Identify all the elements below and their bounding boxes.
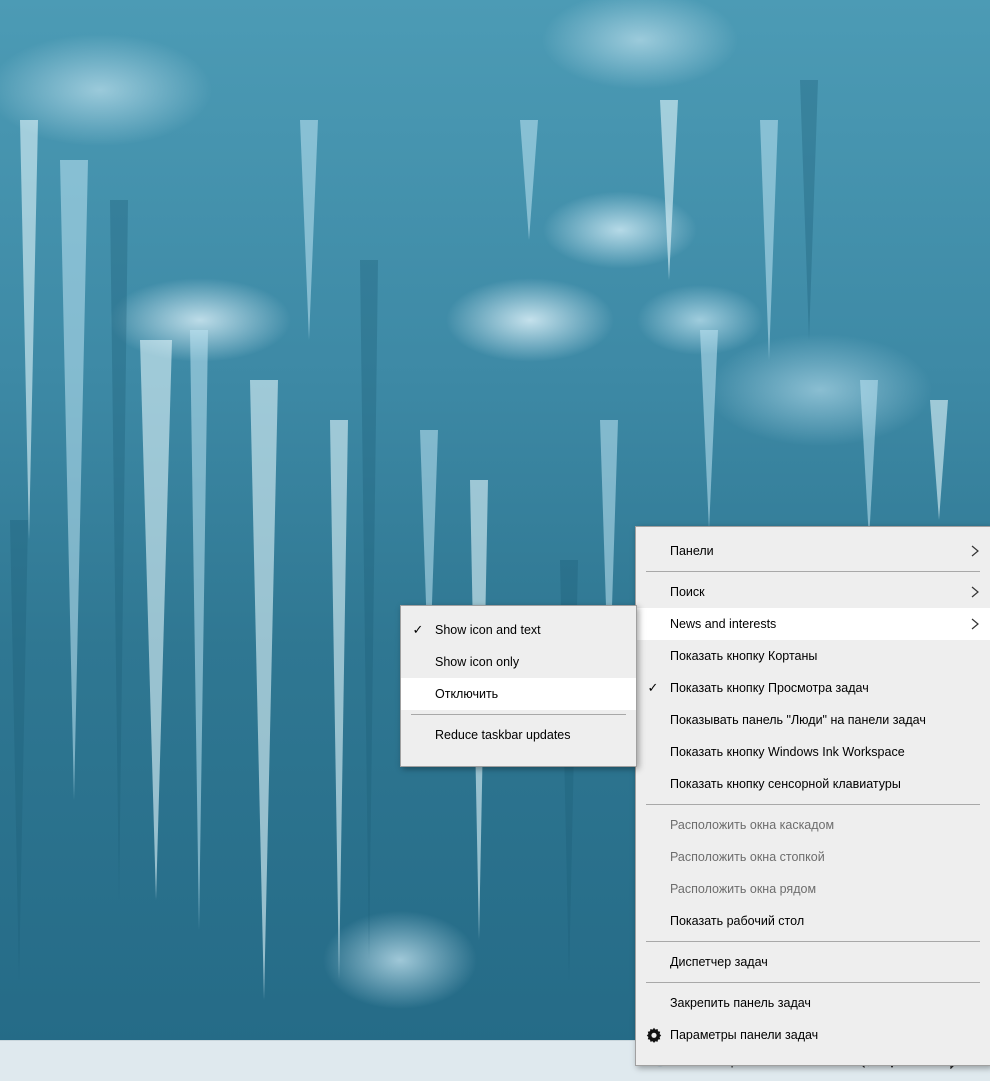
menu-item-lock-taskbar[interactable]: Закрепить панель задач <box>636 987 990 1019</box>
menu-item-news-and-interests[interactable]: News and interests <box>636 608 990 640</box>
menu-separator <box>411 714 626 715</box>
menu-item-show-desktop[interactable]: Показать рабочий стол <box>636 905 990 937</box>
menu-item-show-touch-keyboard[interactable]: Показать кнопку сенсорной клавиатуры <box>636 768 990 800</box>
menu-item-task-manager[interactable]: Диспетчер задач <box>636 946 990 978</box>
submenu-item-show-icon-only[interactable]: Show icon only <box>401 646 636 678</box>
menu-separator <box>646 941 980 942</box>
checkmark-icon: ✓ <box>647 680 659 695</box>
news-and-interests-submenu[interactable]: ✓ Show icon and text Show icon only Откл… <box>400 605 637 767</box>
menu-item-stack-windows: Расположить окна стопкой <box>670 850 825 864</box>
submenu-item-turn-off[interactable]: Отключить <box>401 678 636 710</box>
menu-item-search[interactable]: Поиск <box>636 576 990 608</box>
menu-item-taskbar-settings[interactable]: Параметры панели задач <box>636 1019 990 1051</box>
menu-item-panels[interactable]: Панели <box>636 535 990 567</box>
chevron-right-icon <box>971 586 979 598</box>
menu-item-show-people[interactable]: Показывать панель "Люди" на панели задач <box>636 704 990 736</box>
menu-separator <box>646 804 980 805</box>
menu-item-cascade-windows: Расположить окна каскадом <box>670 818 835 832</box>
chevron-right-icon <box>971 545 979 557</box>
menu-item-show-cortana-button[interactable]: Показать кнопку Кортаны <box>636 640 990 672</box>
gear-icon <box>646 1027 662 1043</box>
chevron-right-icon <box>971 618 979 630</box>
submenu-item-show-icon-and-text[interactable]: ✓ Show icon and text <box>401 614 636 646</box>
menu-separator <box>646 982 980 983</box>
checkmark-icon: ✓ <box>412 622 424 637</box>
menu-separator <box>646 571 980 572</box>
submenu-item-reduce-taskbar-updates[interactable]: Reduce taskbar updates <box>401 719 636 751</box>
menu-item-show-ink-workspace[interactable]: Показать кнопку Windows Ink Workspace <box>636 736 990 768</box>
taskbar-context-menu[interactable]: Панели Поиск News and interests Показать… <box>635 526 990 1066</box>
menu-item-side-by-side-windows: Расположить окна рядом <box>670 882 817 896</box>
menu-item-show-task-view-button[interactable]: ✓ Показать кнопку Просмотра задач <box>636 672 990 704</box>
